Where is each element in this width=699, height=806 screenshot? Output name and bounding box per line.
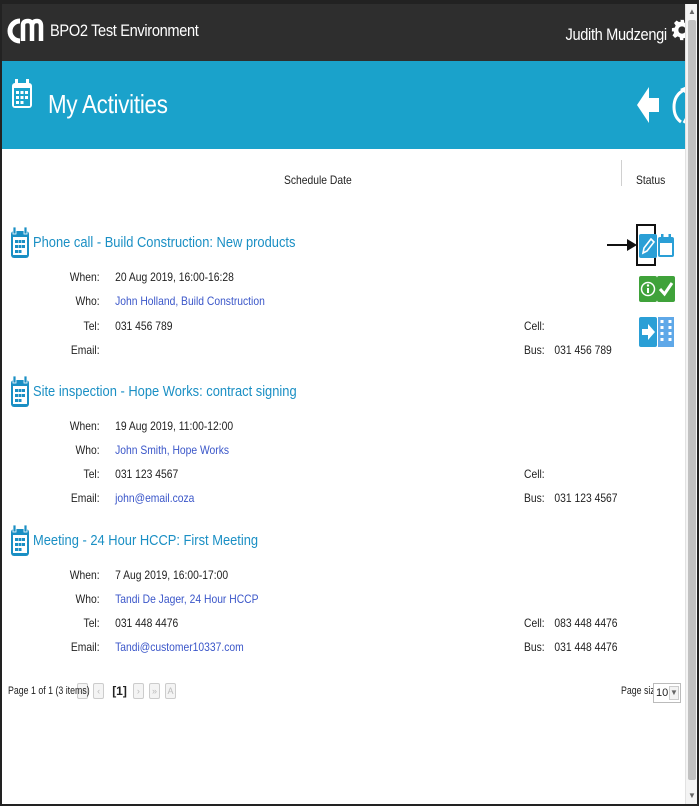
chevron-down-icon[interactable]: ▼ [669,686,679,700]
current-page[interactable]: [1] [112,684,127,698]
crm-logo [7,18,44,44]
building-icon[interactable] [657,317,675,347]
column-header-schedule-date[interactable]: Schedule Date [284,173,352,187]
when-label: When: [69,419,100,433]
calendar-icon [11,227,29,258]
pager-info: Page 1 of 1 (3 items) [8,685,90,697]
who-label: Who: [75,443,100,457]
page-title: My Activities [48,89,168,119]
tel-value: 031 456 789 [115,319,173,333]
cell-row: Cell: [524,319,552,333]
email-label: Email: [70,640,100,654]
activity-title[interactable]: Site inspection - Hope Works: contract s… [33,383,297,400]
edit-icon[interactable] [639,234,657,258]
activity-title[interactable]: Meeting - 24 Hour HCCP: First Meeting [33,532,258,549]
bus-row: Bus: 031 456 789 [524,343,612,357]
next-page-button[interactable]: › [132,683,144,699]
calendar-icon [11,376,29,407]
bus-label: Bus: [524,640,545,654]
cell-label: Cell: [524,616,545,630]
email-label: Email: [70,343,100,357]
who-link[interactable]: John Holland, Build Construction [115,294,265,308]
cell-row: Cell: 083 448 4476 [524,616,618,630]
activity-title[interactable]: Phone call - Build Construction: New pro… [33,234,295,251]
when-value: 7 Aug 2019, 16:00-17:00 [115,568,229,582]
page-size-select[interactable]: 10 ▼ [653,683,681,703]
email-link[interactable]: Tandi@customer10337.com [115,640,244,654]
bus-value: 031 448 4476 [554,640,618,654]
pointer-arrow-icon [607,239,637,251]
who-link[interactable]: Tandi De Jager, 24 Hour HCCP [115,592,258,606]
email-label: Email: [70,491,100,505]
scroll-up-icon[interactable]: ▲ [687,6,697,18]
tel-label: Tel: [83,467,100,481]
pager: Page 1 of 1 (3 items) « ‹ [1] › » A [8,683,178,699]
title-bar: My Activities [2,61,697,149]
back-arrow-icon[interactable] [637,85,659,125]
tel-label: Tel: [83,616,100,630]
when-value: 19 Aug 2019, 11:00-12:00 [115,419,234,433]
scroll-down-icon[interactable]: ▼ [687,790,697,802]
cell-label: Cell: [524,319,545,333]
when-value: 20 Aug 2019, 16:00-16:28 [115,270,234,284]
cell-label: Cell: [524,467,545,481]
when-label: When: [69,568,100,582]
page-size-value: 10 [656,687,669,699]
column-header-status[interactable]: Status [636,173,665,187]
bus-value: 031 123 4567 [554,491,618,505]
when-label: When: [69,270,100,284]
forward-icon[interactable] [639,317,657,347]
bus-row: Bus: 031 448 4476 [524,640,618,654]
calendar-icon [12,79,32,108]
top-bar: BPO2 Test Environment Judith Mudzengi [2,4,697,61]
calendar-icon [11,525,29,556]
prev-page-button[interactable]: ‹ [93,683,105,699]
tel-label: Tel: [83,319,100,333]
tel-value: 031 448 4476 [115,616,179,630]
who-label: Who: [75,294,100,308]
tel-value: 031 123 4567 [115,467,179,481]
info-icon[interactable] [639,276,657,302]
email-link[interactable]: john@email.coza [115,491,194,505]
scrollbar-thumb[interactable] [688,20,696,780]
cell-value: 083 448 4476 [554,616,618,630]
all-pages-button[interactable]: A [165,683,177,699]
environment-title: BPO2 Test Environment [50,21,199,40]
who-label: Who: [75,592,100,606]
bus-label: Bus: [524,491,545,505]
cell-row: Cell: [524,467,552,481]
column-separator [621,160,622,186]
bus-value: 031 456 789 [554,343,612,357]
vertical-scrollbar[interactable]: ▲ ▼ [685,4,697,804]
last-page-button[interactable]: » [148,683,160,699]
user-name[interactable]: Judith Mudzengi [566,25,668,45]
complete-check-icon[interactable] [657,276,675,302]
app-frame: BPO2 Test Environment Judith Mudzengi My… [0,0,699,806]
bus-label: Bus: [524,343,545,357]
calendar-icon[interactable] [657,234,675,258]
who-link[interactable]: John Smith, Hope Works [115,443,229,457]
bus-row: Bus: 031 123 4567 [524,491,618,505]
